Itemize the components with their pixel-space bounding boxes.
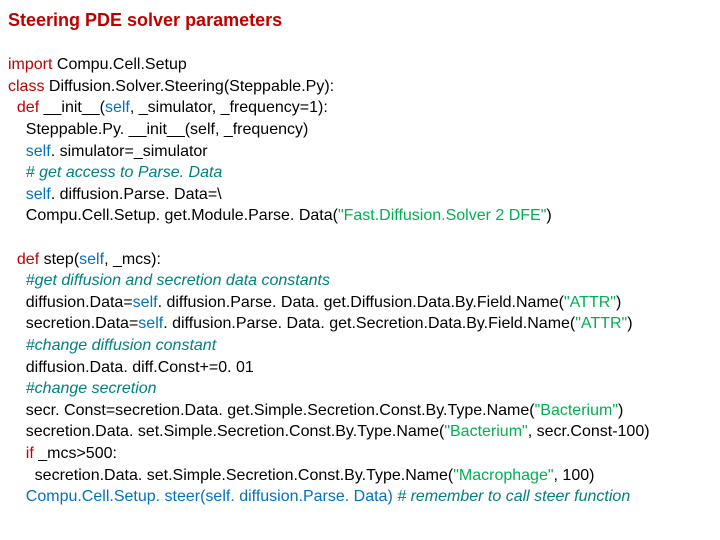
string-literal: "ATTR" (564, 294, 616, 311)
txt: . diffusion.Parse. Data=\ (51, 186, 222, 203)
txt: ) (616, 294, 621, 311)
string-literal: "ATTR" (575, 315, 627, 332)
self: self (26, 143, 51, 160)
txt: . diffusion.Parse. Data) (230, 488, 392, 505)
txt: ) (627, 315, 632, 332)
txt: , secr.Const-100) (528, 423, 650, 440)
self: self (133, 294, 158, 311)
txt: Diffusion.Solver.Steering(Steppable.Py): (44, 78, 334, 95)
txt: . diffusion.Parse. Data. get.Secretion.D… (163, 315, 575, 332)
txt: Steppable.Py. __init__(self, _frequency) (8, 121, 308, 138)
code-block: import Compu.Cell.Setup class Diffusion.… (8, 54, 710, 507)
self: self (105, 99, 130, 116)
self: self (79, 251, 104, 268)
txt: ) (546, 207, 551, 224)
txt: Compu.Cell.Setup. get.Module.Parse. Data… (8, 207, 338, 224)
txt: secr. Const=secretion.Data. get.Simple.S… (8, 402, 535, 419)
txt: , _mcs): (104, 251, 161, 268)
txt: step( (39, 251, 79, 268)
comment: #change secretion (8, 380, 157, 397)
string-literal: "Bacterium" (444, 423, 527, 440)
comment: #get diffusion and secretion data consta… (8, 272, 330, 289)
string-literal: "Macrophage" (453, 467, 553, 484)
txt: __init__( (39, 99, 105, 116)
string-literal: "Fast.Diffusion.Solver 2 DFE" (338, 207, 546, 224)
self: self (138, 315, 163, 332)
kw-def: def (8, 251, 39, 268)
kw-def: def (8, 99, 39, 116)
comment: # remember to call steer function (393, 488, 630, 505)
txt: , _simulator, _frequency=1): (130, 99, 328, 116)
self: self (205, 488, 230, 505)
kw-import: import (8, 56, 52, 73)
string-literal: "Bacterium" (535, 402, 618, 419)
kw-class: class (8, 78, 44, 95)
txt: secretion.Data= (8, 315, 138, 332)
slide-container: Steering PDE solver parameters import Co… (0, 0, 720, 508)
slide-title: Steering PDE solver parameters (8, 8, 710, 32)
kw-if: if (8, 445, 34, 462)
txt: diffusion.Data= (8, 294, 133, 311)
txt: _mcs>500: (34, 445, 117, 462)
txt: secretion.Data. set.Simple.Secretion.Con… (8, 467, 453, 484)
txt: Compu.Cell.Setup (52, 56, 186, 73)
txt: , 100) (554, 467, 595, 484)
txt: . diffusion.Parse. Data. get.Diffusion.D… (158, 294, 564, 311)
txt: secretion.Data. set.Simple.Secretion.Con… (8, 423, 444, 440)
comment: # get access to Parse. Data (8, 164, 222, 181)
call: Compu.Cell.Setup. steer( (8, 488, 205, 505)
txt: diffusion.Data. diff.Const+=0. 01 (8, 359, 254, 376)
txt: . simulator=_simulator (51, 143, 208, 160)
txt (8, 186, 26, 203)
txt (8, 143, 26, 160)
comment: #change diffusion constant (8, 337, 216, 354)
self: self (26, 186, 51, 203)
txt: ) (618, 402, 623, 419)
